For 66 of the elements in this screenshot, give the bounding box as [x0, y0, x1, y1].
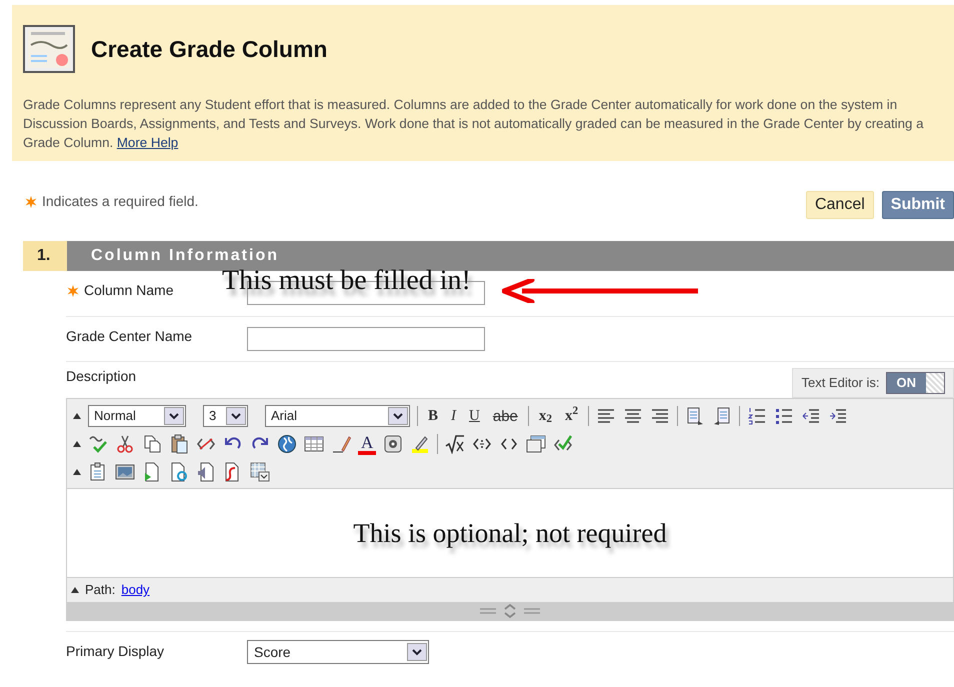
- field-label: Description: [66, 367, 136, 386]
- required-icon: [24, 194, 38, 208]
- path-link[interactable]: body: [121, 580, 150, 600]
- bullet-list-icon[interactable]: [774, 406, 794, 426]
- select-value: Score: [254, 642, 291, 662]
- paste-icon[interactable]: [169, 434, 189, 454]
- toggle-switch[interactable]: ON: [886, 372, 945, 394]
- numbered-list-icon[interactable]: [747, 406, 768, 426]
- align-right-icon[interactable]: [650, 406, 670, 426]
- text-input[interactable]: [247, 327, 485, 351]
- window-icon[interactable]: [526, 434, 546, 454]
- dropdown-value: Arial: [271, 407, 298, 426]
- collapse-icon[interactable]: [71, 587, 79, 593]
- outdent-icon[interactable]: [801, 406, 822, 426]
- path-label: Path:: [85, 581, 116, 600]
- required-note: Indicates a required field.: [42, 192, 198, 211]
- spellcheck-icon[interactable]: [88, 434, 108, 454]
- document-icon[interactable]: [712, 406, 732, 426]
- section-number: 1.: [23, 241, 67, 271]
- format-button[interactable]: abe: [490, 408, 521, 424]
- format-button[interactable]: U: [466, 408, 483, 424]
- pencil-icon[interactable]: [331, 434, 351, 454]
- description-text: Grade Columns represent any Student effort that is measured. Columns are added to the Grade Center automatically for work done on the system in Discussion Boards, Assignments, and Tests and Surveys. Work done that is not automatically graded can be measured in the Grade Center by creating a Grade Column. More Help: [23, 96, 924, 152]
- dropdown-field[interactable]: Arial: [265, 405, 410, 427]
- format-button[interactable]: x$^{2}$: [562, 408, 582, 424]
- globe-icon[interactable]: [277, 434, 297, 454]
- collapse-icon[interactable]: [73, 413, 81, 419]
- format-button[interactable]: x$_{2}$: [536, 408, 556, 424]
- highlighter-icon[interactable]: [410, 434, 430, 454]
- editor-area[interactable]: This is optional; not required: [67, 488, 953, 578]
- audio-file-icon[interactable]: [196, 462, 216, 482]
- align-left-icon[interactable]: [596, 406, 616, 426]
- indent-icon[interactable]: [828, 406, 848, 426]
- collapse-icon[interactable]: [73, 441, 81, 447]
- annotation-text: This must be filled in!: [222, 268, 471, 294]
- toggle-label: Text Editor is:: [801, 374, 880, 392]
- square-root-icon[interactable]: [445, 434, 466, 454]
- copy-icon[interactable]: [142, 434, 162, 454]
- format-button[interactable]: B: [425, 408, 442, 424]
- submit-button[interactable]: Submit: [882, 191, 954, 219]
- template-icon[interactable]: [250, 462, 270, 482]
- field-label: Column Name: [84, 281, 174, 300]
- scissors-icon[interactable]: [115, 434, 135, 454]
- media-icon[interactable]: [383, 434, 404, 454]
- more-help-link[interactable]: More Help: [116, 135, 178, 150]
- dropdown-field[interactable]: Normal: [88, 405, 186, 427]
- dropdown-value: 3: [209, 407, 216, 426]
- align-center-icon[interactable]: [623, 406, 644, 426]
- page-title: Create Grade Column: [91, 34, 328, 64]
- certificate-icon: [23, 25, 75, 73]
- image-icon[interactable]: [115, 462, 135, 482]
- document-icon[interactable]: [685, 406, 706, 426]
- resize-grip-icon: [480, 604, 540, 618]
- format-button[interactable]: I: [448, 408, 460, 424]
- dropdown-field[interactable]: 3: [203, 405, 248, 427]
- field-label: Grade Center Name: [66, 327, 192, 346]
- format-button[interactable]: A: [358, 434, 376, 454]
- field-label: Primary Display: [66, 642, 164, 661]
- cancel-button[interactable]: Cancel: [806, 191, 874, 219]
- dropdown-value: Normal: [94, 407, 136, 426]
- table-icon[interactable]: [304, 434, 324, 454]
- file-search-icon[interactable]: [169, 462, 189, 482]
- annotation-text: This is optional; not required: [353, 516, 667, 550]
- select-field[interactable]: Score: [247, 640, 429, 664]
- resize-handle[interactable]: [67, 602, 953, 620]
- collapse-icon[interactable]: [73, 469, 81, 475]
